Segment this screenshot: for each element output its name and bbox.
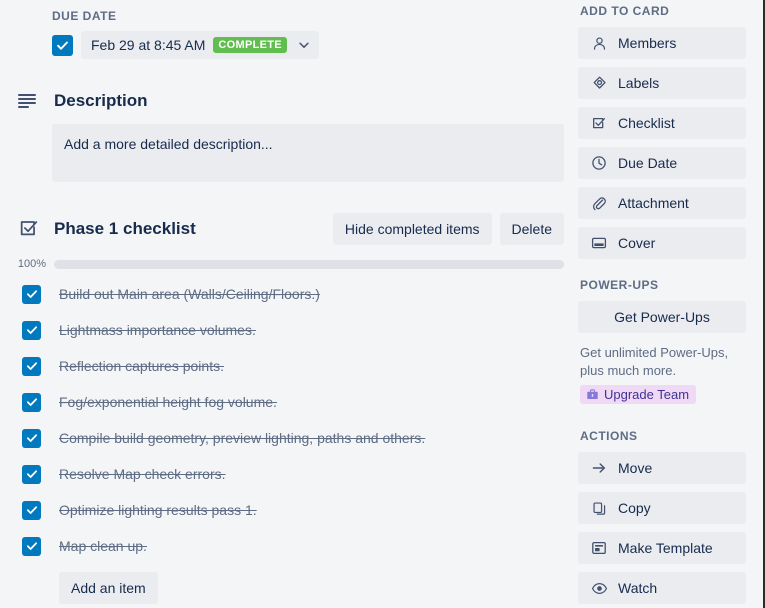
sidebar-action-label: Copy [618, 500, 651, 516]
checklist-item-checkbox[interactable] [22, 320, 41, 340]
checklist-item-text: Reflection captures points. [59, 358, 224, 374]
sidebar-action-make-template[interactable]: Make Template [578, 532, 746, 564]
card-detail-panel: DUE DATE Feb 29 at 8:45 AM COMPLETE Desc… [0, 0, 765, 608]
upgrade-team-badge[interactable]: Upgrade Team [580, 385, 697, 404]
clock-icon [590, 154, 608, 172]
checklist-icon [18, 217, 42, 241]
sidebar-item-label: Due Date [618, 155, 678, 171]
checklist-item-checkbox[interactable] [22, 464, 41, 484]
description-input[interactable]: Add a more detailed description... [52, 124, 564, 182]
checklist-item[interactable]: Optimize lighting results pass 1. [16, 492, 575, 528]
checklist-progress-track [54, 259, 564, 269]
sidebar-item-attachment[interactable]: Attachment [578, 187, 746, 219]
due-date-checkbox[interactable] [52, 34, 73, 56]
sidebar-action-label: Move [618, 460, 653, 476]
checklist-title: Phase 1 checklist [54, 219, 196, 238]
add-an-item-button[interactable]: Add an item [59, 572, 158, 604]
sidebar-item-members[interactable]: Members [578, 27, 746, 59]
get-power-ups-button[interactable]: Get Power-Ups [578, 301, 746, 333]
sidebar-item-due-date[interactable]: Due Date [578, 147, 746, 179]
tag-icon [590, 74, 608, 92]
checklist-item-text: Lightmass importance volumes. [59, 322, 256, 338]
upgrade-team-label: Upgrade Team [604, 387, 690, 402]
sidebar-action-copy[interactable]: Copy [578, 492, 746, 524]
sidebar-item-labels[interactable]: Labels [578, 67, 746, 99]
person-icon [590, 34, 608, 52]
sidebar-item-label: Cover [618, 235, 656, 251]
sidebar-action-move[interactable]: Move [578, 452, 746, 484]
actions-label: ACTIONS [580, 429, 638, 443]
checklist-item-checkbox[interactable] [22, 284, 41, 304]
arrow-right-icon [590, 459, 608, 477]
checklist-progress: 100% [16, 258, 564, 270]
checklist-item-text: Resolve Map check errors. [59, 466, 226, 482]
checklist-actions: Hide completed items Delete [332, 213, 564, 245]
card-sidebar: ADD TO CARD Members Labels Checklist Due… [578, 0, 753, 608]
due-date-row: Feb 29 at 8:45 AM COMPLETE [52, 31, 575, 59]
power-ups-label: POWER-UPS [580, 278, 659, 292]
checklist-item[interactable]: Resolve Map check errors. [16, 456, 575, 492]
sidebar-item-label: Members [618, 35, 677, 51]
sidebar-action-watch[interactable]: Watch [578, 572, 746, 604]
checklist-item-text: Build out Main area (Walls/Ceiling/Floor… [59, 286, 320, 302]
sidebar-item-label: Labels [618, 75, 660, 91]
checklist-item-text: Optimize lighting results pass 1. [59, 502, 257, 518]
add-item-wrapper: Add an item [59, 572, 575, 604]
sidebar-item-checklist[interactable]: Checklist [578, 107, 746, 139]
checklist-item[interactable]: Reflection captures points. [16, 348, 575, 384]
checklist-item-list: Build out Main area (Walls/Ceiling/Floor… [16, 276, 575, 564]
cover-icon [590, 234, 608, 252]
template-icon [590, 539, 608, 557]
checklist-progress-percent: 100% [17, 258, 46, 270]
eye-icon [590, 579, 608, 597]
checklist-item-text: Fog/exponential height fog volume. [59, 394, 277, 410]
checklist-item-text: Map clean up. [59, 538, 147, 554]
sidebar-item-label: Checklist [618, 115, 675, 131]
checklist-item[interactable]: Fog/exponential height fog volume. [16, 384, 575, 420]
description-placeholder: Add a more detailed description... [64, 136, 273, 152]
checklist-item[interactable]: Map clean up. [16, 528, 575, 564]
checklist-icon [590, 114, 608, 132]
checklist-item-checkbox[interactable] [22, 356, 41, 376]
checklist-item[interactable]: Build out Main area (Walls/Ceiling/Floor… [16, 276, 575, 312]
due-date-value: Feb 29 at 8:45 AM [91, 37, 206, 53]
due-date-pill[interactable]: Feb 29 at 8:45 AM COMPLETE [81, 31, 319, 59]
briefcase-icon [585, 388, 599, 402]
power-ups-note: Get unlimited Power-Ups, plus much more. [580, 345, 729, 378]
hide-completed-items-button[interactable]: Hide completed items [332, 213, 492, 245]
checklist-item-checkbox[interactable] [22, 392, 41, 412]
sidebar-action-label: Watch [618, 580, 658, 596]
description-title: Description [54, 91, 148, 110]
checklist-item-checkbox[interactable] [22, 500, 41, 520]
sidebar-item-cover[interactable]: Cover [578, 227, 746, 259]
sidebar-action-label: Make Template [618, 540, 713, 556]
checklist-item-checkbox[interactable] [22, 536, 41, 556]
chevron-down-icon[interactable] [297, 38, 311, 52]
checklist-item-checkbox[interactable] [22, 428, 41, 448]
copy-icon [590, 499, 608, 517]
delete-checklist-button[interactable]: Delete [499, 213, 564, 245]
checklist-header: Phase 1 checklist Hide completed items D… [16, 213, 564, 245]
due-date-section: DUE DATE Feb 29 at 8:45 AM COMPLETE [52, 8, 575, 59]
paperclip-icon [590, 194, 608, 212]
due-date-status-badge: COMPLETE [213, 37, 287, 53]
description-lines-icon [18, 89, 42, 113]
add-to-card-label: ADD TO CARD [580, 4, 670, 18]
sidebar-item-label: Attachment [618, 195, 689, 211]
checklist-item[interactable]: Lightmass importance volumes. [16, 312, 575, 348]
card-main-column: DUE DATE Feb 29 at 8:45 AM COMPLETE Desc… [0, 0, 575, 608]
due-date-label: DUE DATE [52, 9, 117, 23]
checklist-item-text: Compile build geometry, preview lighting… [59, 430, 426, 446]
checklist-item[interactable]: Compile build geometry, preview lighting… [16, 420, 575, 456]
description-header: Description [16, 89, 575, 113]
